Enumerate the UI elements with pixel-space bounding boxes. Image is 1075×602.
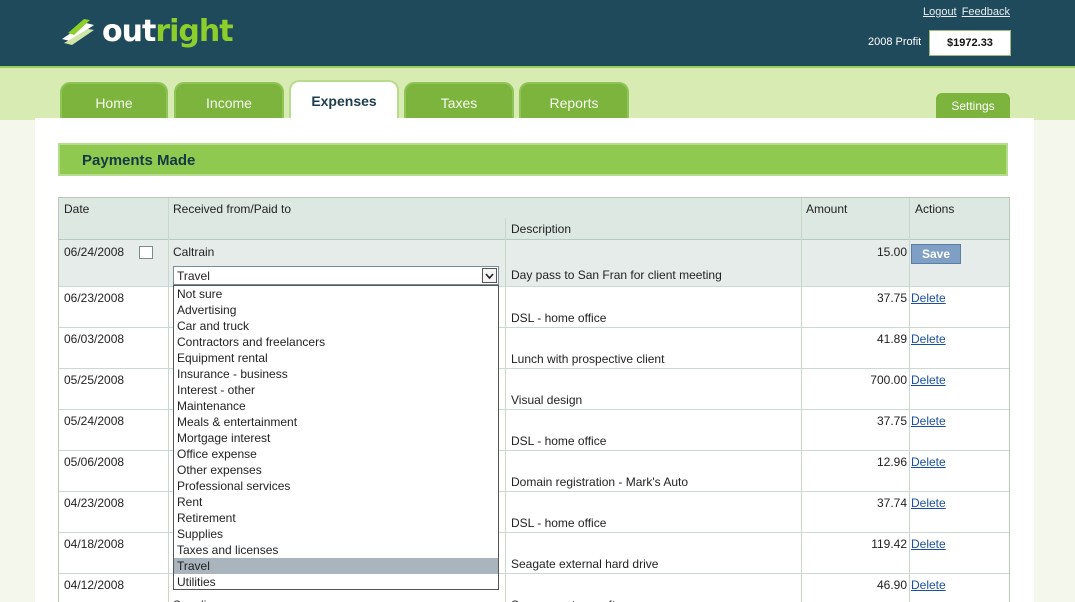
column-header-description[interactable]: Description <box>511 222 571 236</box>
table-header: Date Received from/Paid to Description A… <box>59 198 1009 240</box>
row-date[interactable]: 06/03/2008 <box>64 332 124 346</box>
column-divider <box>505 218 506 602</box>
dropdown-option[interactable]: Equipment rental <box>174 350 498 366</box>
dropdown-option[interactable]: Office expense <box>174 446 498 462</box>
logout-link[interactable]: Logout <box>923 6 957 18</box>
row-date[interactable]: 04/18/2008 <box>64 537 124 551</box>
logo-swoosh-icon <box>62 18 94 45</box>
app-header: outright Logout Feedback 2008 Profit $19… <box>0 0 1075 66</box>
dropdown-option[interactable]: Other expenses <box>174 462 498 478</box>
dropdown-option[interactable]: Advertising <box>174 302 498 318</box>
logo-text: outright <box>102 14 234 49</box>
row-amount[interactable]: 37.74 <box>807 496 907 510</box>
row-amount[interactable]: 37.75 <box>807 414 907 428</box>
row-description[interactable]: DSL - home office <box>511 311 606 325</box>
dropdown-option[interactable]: Supplies <box>174 526 498 542</box>
row-amount[interactable]: 12.96 <box>807 455 907 469</box>
category-select[interactable]: Travel <box>173 266 499 285</box>
column-header-actions: Actions <box>915 202 955 216</box>
tab-income[interactable]: Income <box>174 82 284 120</box>
category-dropdown-list[interactable]: Not sure Advertising Car and truck Contract… <box>173 285 499 590</box>
dropdown-option[interactable]: Travel <box>174 558 498 574</box>
row-date[interactable]: 05/24/2008 <box>64 414 124 428</box>
dropdown-option[interactable]: Interest - other <box>174 382 498 398</box>
dropdown-option[interactable]: Car and truck <box>174 318 498 334</box>
tab-bar: Home Income Expenses Taxes Reports Setti… <box>0 66 1075 120</box>
row-payee[interactable]: Caltrain <box>173 245 214 259</box>
row-description[interactable]: DSL - home office <box>511 516 606 530</box>
delete-link[interactable]: Delete <box>911 537 946 551</box>
column-divider <box>909 198 910 602</box>
feedback-link[interactable]: Feedback <box>962 6 1010 18</box>
profit-label: 2008 Profit <box>868 36 922 48</box>
column-header-date[interactable]: Date <box>64 202 89 216</box>
row-amount[interactable]: 15.00 <box>807 245 907 259</box>
dropdown-option[interactable]: Mortgage interest <box>174 430 498 446</box>
section-header: Payments Made <box>58 143 1008 176</box>
dropdown-option[interactable]: Not sure <box>174 286 498 302</box>
calendar-icon[interactable] <box>139 246 153 259</box>
delete-link[interactable]: Delete <box>911 373 946 387</box>
dropdown-option[interactable]: Meals & entertainment <box>174 414 498 430</box>
row-date[interactable]: 04/23/2008 <box>64 496 124 510</box>
row-amount[interactable]: 46.90 <box>807 578 907 592</box>
row-date[interactable]: 06/24/2008 <box>64 245 124 259</box>
row-amount[interactable]: 41.89 <box>807 332 907 346</box>
profit-value: $1972.33 <box>929 30 1011 56</box>
dropdown-option[interactable]: Insurance - business <box>174 366 498 382</box>
row-date[interactable]: 05/06/2008 <box>64 455 124 469</box>
column-divider <box>801 198 802 602</box>
column-header-amount[interactable]: Amount <box>806 202 847 216</box>
tab-reports[interactable]: Reports <box>519 82 629 120</box>
row-description[interactable]: Day pass to San Fran for client meeting <box>511 268 722 282</box>
column-header-payee[interactable]: Received from/Paid to <box>173 202 291 216</box>
dropdown-option[interactable]: Rent <box>174 494 498 510</box>
tab-home[interactable]: Home <box>60 82 168 120</box>
delete-link[interactable]: Delete <box>911 332 946 346</box>
section-title: Payments Made <box>82 152 196 169</box>
row-date[interactable]: 06/23/2008 <box>64 291 124 305</box>
row-description[interactable]: Visual design <box>511 393 582 407</box>
row-description[interactable]: DSL - home office <box>511 434 606 448</box>
dropdown-option[interactable]: Contractors and freelancers <box>174 334 498 350</box>
dropdown-option[interactable]: Retirement <box>174 510 498 526</box>
delete-link[interactable]: Delete <box>911 578 946 592</box>
row-date[interactable]: 04/12/2008 <box>64 578 124 592</box>
row-amount[interactable]: 119.42 <box>807 537 907 551</box>
payments-table: Date Received from/Paid to Description A… <box>58 197 1010 602</box>
delete-link[interactable]: Delete <box>911 496 946 510</box>
save-button[interactable]: Save <box>911 244 961 264</box>
tab-taxes[interactable]: Taxes <box>404 82 514 120</box>
dropdown-option[interactable]: Maintenance <box>174 398 498 414</box>
row-date[interactable]: 05/25/2008 <box>64 373 124 387</box>
settings-tab[interactable]: Settings <box>936 93 1010 120</box>
row-description[interactable]: Screen capture software <box>511 598 641 602</box>
chevron-down-icon[interactable] <box>482 268 497 283</box>
row-description[interactable]: Seagate external hard drive <box>511 557 658 571</box>
category-select-value: Travel <box>177 269 210 283</box>
row-description[interactable]: Lunch with prospective client <box>511 352 664 366</box>
row-description[interactable]: Domain registration - Mark's Auto <box>511 475 688 489</box>
delete-link[interactable]: Delete <box>911 414 946 428</box>
row-amount[interactable]: 37.75 <box>807 291 907 305</box>
row-amount[interactable]: 700.00 <box>807 373 907 387</box>
delete-link[interactable]: Delete <box>911 291 946 305</box>
tab-expenses[interactable]: Expenses <box>289 80 399 120</box>
dropdown-option[interactable]: Professional services <box>174 478 498 494</box>
outright-logo[interactable]: outright <box>60 14 234 49</box>
top-links: Logout Feedback <box>921 6 1010 18</box>
column-divider <box>168 198 169 602</box>
row-payee[interactable]: Supplies <box>173 598 219 602</box>
dropdown-option[interactable]: Taxes and licenses <box>174 542 498 558</box>
delete-link[interactable]: Delete <box>911 455 946 469</box>
dropdown-option[interactable]: Utilities <box>174 574 498 589</box>
